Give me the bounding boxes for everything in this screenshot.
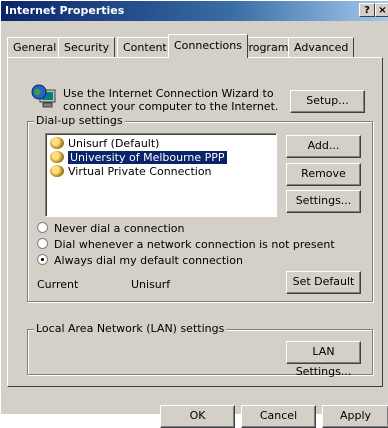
dialup-connection-icon [50, 151, 64, 163]
tab-advanced[interactable]: Advanced [288, 37, 355, 57]
add-button[interactable]: Add... [286, 135, 361, 158]
tab-security[interactable]: Security [58, 37, 116, 57]
radio-button[interactable] [37, 238, 48, 249]
radio-dial-whenever[interactable]: Dial whenever a network connection is no… [37, 238, 335, 252]
internet-properties-window: Internet Properties ? × General Security… [0, 0, 388, 428]
list-item[interactable]: Unisurf (Default) [50, 137, 159, 151]
dialup-connection-icon [50, 137, 64, 149]
list-item[interactable]: University of Melbourne PPP [50, 151, 227, 165]
lan-settings-legend: Local Area Network (LAN) settings [34, 322, 227, 335]
radio-button[interactable] [37, 222, 48, 233]
tab-content[interactable]: Content [117, 37, 173, 57]
dialup-connection-icon [50, 165, 64, 177]
dialup-settings-legend: Dial-up settings [34, 114, 125, 127]
wizard-text-line2: connect your computer to the Internet. [63, 100, 279, 113]
current-connection-value: Unisurf [131, 278, 171, 291]
set-default-button[interactable]: Set Default [286, 271, 361, 294]
tab-connections[interactable]: Connections [168, 34, 248, 58]
radio-always-dial[interactable]: Always dial my default connection [37, 254, 243, 268]
connection-wizard-icon [31, 84, 56, 108]
window-title: Internet Properties [5, 4, 125, 17]
cancel-button[interactable]: Cancel [241, 405, 316, 428]
setup-button[interactable]: Setup... [290, 90, 365, 113]
title-bar[interactable]: Internet Properties ? × [1, 1, 388, 21]
close-button[interactable]: × [375, 3, 388, 17]
connections-listbox[interactable]: Unisurf (Default) University of Melbourn… [45, 133, 277, 217]
settings-button[interactable]: Settings... [286, 190, 361, 213]
list-item[interactable]: Virtual Private Connection [50, 165, 212, 179]
tab-general[interactable]: General [7, 37, 63, 57]
lan-settings-button[interactable]: LAN Settings... [286, 341, 361, 378]
ok-button[interactable]: OK [160, 405, 235, 428]
current-label: Current [37, 278, 79, 291]
wizard-text-line1: Use the Internet Connection Wizard to [63, 87, 274, 100]
apply-button[interactable]: Apply [322, 405, 388, 428]
radio-button-checked[interactable] [37, 254, 48, 265]
radio-never-dial[interactable]: Never dial a connection [37, 222, 184, 236]
help-button[interactable]: ? [359, 3, 375, 17]
remove-button[interactable]: Remove [286, 163, 361, 186]
